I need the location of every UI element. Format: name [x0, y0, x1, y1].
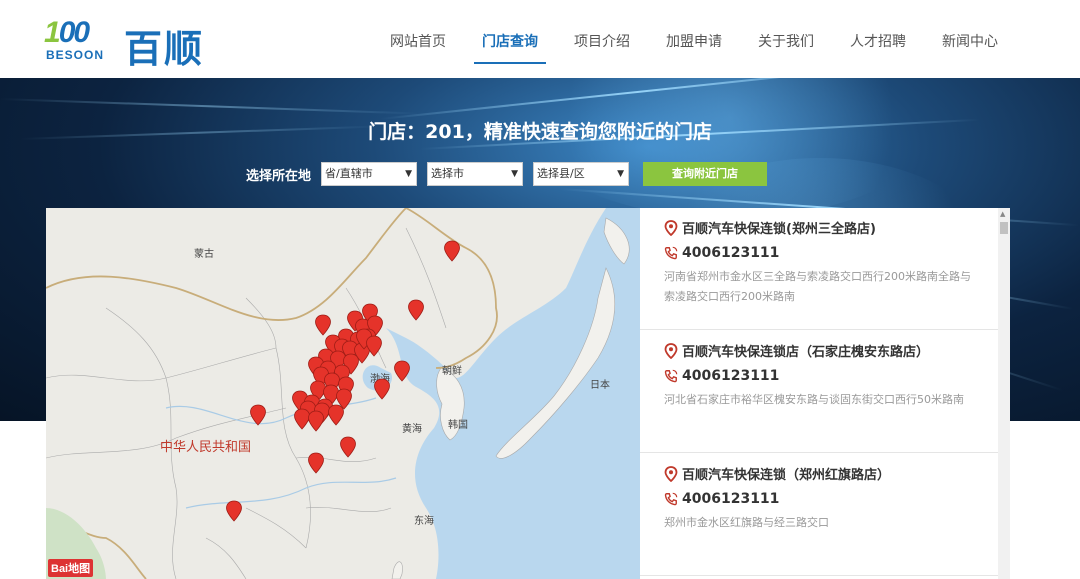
store-count-headline: 门店：201，精准快速查询您附近的门店 — [368, 121, 712, 143]
map-label-japan: 日本 — [590, 380, 610, 391]
district-select[interactable]: 选择县/区 ▼ — [533, 162, 630, 186]
dropdown-arrow-icon: ▼ — [405, 169, 413, 179]
map-label-mongolia: 蒙古 — [194, 249, 214, 260]
city-select[interactable]: 选择市 ▼ — [427, 162, 524, 186]
location-pin-icon — [664, 219, 678, 236]
list-scrollbar[interactable]: ▲ — [998, 208, 1010, 579]
scroll-up-icon[interactable]: ▲ — [1000, 210, 1005, 218]
location-label: 选择所在地 — [246, 168, 312, 184]
phone-icon — [664, 246, 678, 260]
map-label-yellow-sea: 黄海 — [402, 424, 422, 435]
store-marker-icon[interactable] — [339, 436, 357, 458]
nav-news[interactable]: 新闻中心 — [924, 0, 1016, 78]
dropdown-arrow-icon: ▼ — [617, 169, 625, 179]
map-label-china: 中华人民共和国 — [160, 440, 252, 455]
store-marker-icon[interactable] — [443, 240, 461, 262]
brand-logo[interactable]: 100 BESOON 百顺 — [44, 14, 214, 71]
location-selector: 选择所在地 省/直辖市 ▼ 选择市 ▼ 选择县/区 ▼ 查询附近门店 — [246, 161, 768, 187]
store-list-item[interactable]: 百顺汽车快保连锁(郑州三全路店) 4006123111 河南省郑州市金水区三全路… — [640, 208, 998, 330]
store-marker-icon[interactable] — [407, 299, 425, 321]
nav-about[interactable]: 关于我们 — [740, 0, 832, 78]
map-label-north-korea: 朝鲜 — [442, 366, 462, 377]
store-marker-icon[interactable] — [314, 314, 332, 336]
baidu-map-logo: Bai地图 — [48, 559, 94, 577]
store-name: 百顺汽车快保连锁(郑州三全路店) — [664, 218, 998, 237]
nav-home[interactable]: 网站首页 — [372, 0, 464, 78]
store-phone: 4006123111 — [664, 245, 998, 261]
map-label-east-sea: 东海 — [414, 516, 434, 527]
province-select[interactable]: 省/直辖市 ▼ — [321, 162, 418, 186]
phone-icon — [664, 369, 678, 383]
store-list[interactable]: 百顺汽车快保连锁(郑州三全路店) 4006123111 河南省郑州市金水区三全路… — [640, 208, 1010, 579]
store-map[interactable]: 蒙古 中华人民共和国 朝鲜 韩国 日本 渤海 黄海 东海 Bai地图 — [46, 208, 640, 579]
main-nav: 网站首页 门店查询 项目介绍 加盟申请 关于我们 人才招聘 新闻中心 — [372, 0, 1016, 78]
store-marker-icon[interactable] — [307, 452, 325, 474]
store-address: 郑州市金水区红旗路与经三路交口 — [664, 516, 829, 529]
light-streak — [0, 98, 420, 115]
nav-franchise[interactable]: 加盟申请 — [648, 0, 740, 78]
location-pin-icon — [664, 342, 678, 359]
scrollbar-thumb[interactable] — [1000, 222, 1008, 234]
logo-chinese-name: 百顺 — [124, 27, 205, 71]
yangtze-river — [185, 477, 397, 509]
store-marker-icon[interactable] — [249, 404, 267, 426]
store-phone: 4006123111 — [664, 368, 998, 384]
taiwan-land — [391, 561, 403, 579]
map-label-south-korea: 韩国 — [448, 420, 468, 431]
store-address: 河北省石家庄市裕华区槐安东路与谈固东街交口西行50米路南 — [664, 393, 964, 406]
store-name: 百顺汽车快保连锁（郑州红旗路店） — [664, 464, 998, 483]
store-marker-icon[interactable] — [365, 335, 383, 357]
store-list-item[interactable]: 百顺汽车快保连锁（郑州红旗路店） 4006123111 郑州市金水区红旗路与经三… — [640, 454, 998, 576]
store-marker-icon[interactable] — [327, 404, 345, 426]
nav-careers[interactable]: 人才招聘 — [832, 0, 924, 78]
national-border — [46, 208, 498, 369]
location-pin-icon — [664, 465, 678, 482]
province-borders — [46, 227, 447, 579]
phone-icon — [664, 492, 678, 506]
dropdown-arrow-icon: ▼ — [511, 169, 519, 179]
nav-projects[interactable]: 项目介绍 — [556, 0, 648, 78]
store-list-item[interactable]: 百顺汽车快保连锁店（石家庄槐安东路店） 4006123111 河北省石家庄市裕华… — [640, 331, 998, 453]
store-marker-icon[interactable] — [393, 360, 411, 382]
store-phone: 4006123111 — [664, 491, 998, 507]
store-address: 河南省郑州市金水区三全路与索凌路交口西行200米路南全路与索凌路交口西行200米… — [664, 270, 971, 303]
store-marker-icon[interactable] — [225, 500, 243, 522]
store-marker-icon[interactable] — [373, 378, 391, 400]
store-marker-icon[interactable] — [307, 410, 325, 432]
nav-store-search[interactable]: 门店查询 — [464, 0, 556, 78]
logo-sub-text: BESOON — [46, 48, 105, 62]
site-header: 100 BESOON 百顺 网站首页 门店查询 项目介绍 加盟申请 关于我们 人… — [0, 0, 1080, 78]
logo-number: 100 — [44, 16, 90, 49]
query-nearby-button[interactable]: 查询附近门店 — [643, 162, 768, 186]
store-name: 百顺汽车快保连锁店（石家庄槐安东路店） — [664, 341, 998, 360]
